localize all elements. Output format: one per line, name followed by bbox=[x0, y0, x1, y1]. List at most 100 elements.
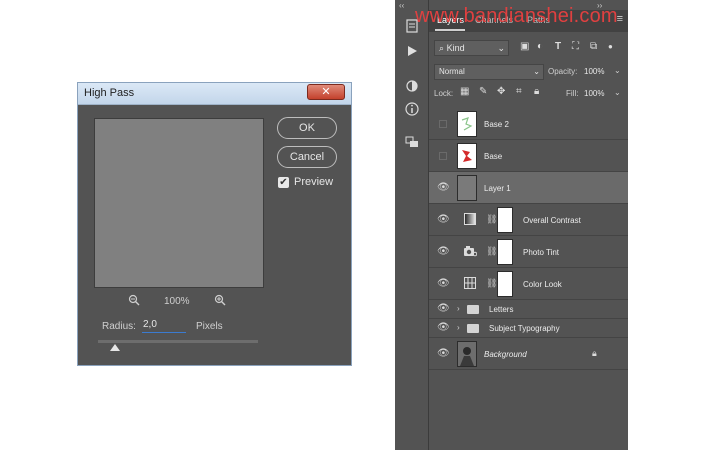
close-button[interactable]: ✕ bbox=[307, 84, 345, 100]
fill-label: Fill: bbox=[566, 89, 579, 98]
layer-thumbnail bbox=[457, 175, 477, 201]
lock-row: Lock: ▦ ✎ ✥ ⌗ 🔒︎ Fill: 100% ⌄ bbox=[434, 86, 623, 102]
layer-name: Base 2 bbox=[484, 120, 509, 129]
chevron-right-icon[interactable]: › bbox=[457, 304, 460, 313]
chevron-down-icon[interactable]: ⌄ bbox=[614, 66, 621, 75]
eye-icon[interactable]: 👁︎ bbox=[437, 278, 450, 289]
close-icon: ✕ bbox=[321, 86, 331, 98]
layer-mask-thumbnail[interactable] bbox=[497, 271, 513, 297]
lock-transparency-icon[interactable]: ▦ bbox=[460, 86, 469, 97]
layer-row[interactable]: Base bbox=[429, 140, 628, 172]
layer-thumbnail bbox=[457, 341, 477, 367]
high-pass-dialog: High Pass ✕ OK Cancel ✔ Preview 100% Rad… bbox=[77, 82, 352, 366]
filter-kind-value: Kind bbox=[446, 43, 465, 53]
layer-group-row[interactable]: 👁︎ › Letters bbox=[429, 300, 628, 319]
chevron-down-icon: ⌄ bbox=[497, 43, 505, 53]
dialog-title: High Pass bbox=[84, 87, 135, 99]
shape-filter-icon[interactable]: ⛶ bbox=[572, 41, 579, 52]
eye-icon[interactable]: 👁︎ bbox=[437, 303, 450, 314]
eye-icon[interactable]: 👁︎ bbox=[437, 246, 450, 257]
eye-icon[interactable]: 👁︎ bbox=[437, 182, 450, 193]
visibility-toggle-off[interactable] bbox=[439, 120, 447, 128]
filter-preview[interactable] bbox=[94, 118, 264, 288]
radius-slider-track[interactable] bbox=[98, 340, 258, 343]
zoom-level: 100% bbox=[164, 296, 190, 307]
eye-icon[interactable]: 👁︎ bbox=[437, 214, 450, 225]
layer-thumbnail bbox=[457, 143, 477, 169]
visibility-toggle-off[interactable] bbox=[439, 152, 447, 160]
zoom-in-icon[interactable] bbox=[214, 294, 226, 309]
layer-row[interactable]: 👁︎ Layer 1 bbox=[429, 172, 628, 204]
gradient-map-icon bbox=[463, 213, 477, 227]
chevron-right-icon[interactable]: › bbox=[457, 323, 460, 332]
lock-position-icon[interactable]: ✥ bbox=[497, 86, 505, 97]
layer-name: Base bbox=[484, 152, 503, 161]
radius-slider-thumb[interactable] bbox=[110, 344, 120, 351]
photo-filter-icon bbox=[463, 245, 478, 259]
layer-row[interactable]: 👁︎ ⛓︎ Photo Tint bbox=[429, 236, 628, 268]
layer-row[interactable]: 👁︎ ⛓︎ Color Look bbox=[429, 268, 628, 300]
blend-row: Normal ⌄ Opacity: 100% ⌄ bbox=[434, 64, 623, 80]
layer-name: Overall Contrast bbox=[523, 216, 581, 225]
adjustments-icon[interactable] bbox=[402, 78, 422, 96]
adjustment-filter-icon[interactable]: ◐ bbox=[537, 41, 543, 52]
layer-name: Letters bbox=[489, 305, 514, 314]
layer-thumbnail bbox=[457, 111, 477, 137]
layer-comps-icon[interactable] bbox=[402, 134, 422, 152]
filter-toggle-icon[interactable]: ● bbox=[608, 42, 613, 51]
opacity-input[interactable]: 100% bbox=[584, 67, 604, 76]
radius-label: Radius: bbox=[102, 320, 136, 332]
collapse-arrows-icon[interactable]: ‹‹ bbox=[399, 1, 404, 10]
lock-all-icon[interactable]: 🔒︎ bbox=[534, 86, 539, 97]
radius-input[interactable]: 2,0 bbox=[142, 319, 186, 333]
active-tab-indicator bbox=[435, 29, 465, 31]
info-icon[interactable] bbox=[402, 101, 422, 119]
search-icon: ⌕ bbox=[439, 43, 445, 53]
layer-group-row[interactable]: 👁︎ › Subject Typography bbox=[429, 319, 628, 338]
radius-units: Pixels bbox=[196, 320, 223, 332]
layer-mask-thumbnail[interactable] bbox=[497, 207, 513, 233]
preview-toggle[interactable]: ✔ Preview bbox=[278, 176, 333, 188]
filter-kind-select[interactable]: ⌕ Kind ⌄ bbox=[434, 40, 509, 56]
layer-name: Color Look bbox=[523, 280, 562, 289]
fill-input[interactable]: 100% bbox=[584, 89, 604, 98]
radius-row: Radius: 2,0 Pixels bbox=[102, 319, 223, 333]
opacity-label: Opacity: bbox=[548, 67, 578, 76]
layer-name: Layer 1 bbox=[484, 184, 511, 193]
layer-row[interactable]: 👁︎ ⛓︎ Overall Contrast bbox=[429, 204, 628, 236]
preview-checkbox[interactable]: ✔ bbox=[278, 176, 289, 188]
folder-icon bbox=[467, 324, 479, 333]
eye-icon[interactable]: 👁︎ bbox=[437, 322, 450, 333]
layer-name: Background bbox=[484, 350, 527, 359]
preview-label: Preview bbox=[294, 176, 334, 188]
chevron-down-icon[interactable]: ⌄ bbox=[614, 88, 621, 97]
ok-button[interactable]: OK bbox=[277, 117, 337, 139]
layer-row[interactable]: Base 2 bbox=[429, 108, 628, 140]
lock-icon[interactable]: 🔒︎ bbox=[592, 348, 597, 359]
layers-panel: ›› Layers Channels Paths ≡ ⌕ Kind ⌄ ▣ ◐ … bbox=[429, 0, 628, 450]
blend-mode-select[interactable]: Normal ⌄ bbox=[434, 64, 544, 80]
chain-link-icon[interactable]: ⛓︎ bbox=[486, 246, 497, 257]
dialog-titlebar[interactable]: High Pass ✕ bbox=[78, 83, 351, 105]
layer-row[interactable]: 👁︎ Background 🔒︎ bbox=[429, 338, 628, 370]
blend-mode-value: Normal bbox=[439, 67, 465, 76]
play-actions-icon[interactable] bbox=[402, 44, 422, 62]
folder-icon bbox=[467, 305, 479, 314]
layer-name: Subject Typography bbox=[489, 324, 560, 333]
smart-object-filter-icon[interactable]: ⧉ bbox=[590, 41, 597, 52]
chain-link-icon[interactable]: ⛓︎ bbox=[486, 278, 497, 289]
lock-brush-icon[interactable]: ✎ bbox=[479, 86, 487, 97]
pixel-filter-icon[interactable]: ▣ bbox=[520, 41, 529, 52]
watermark: www.bandianshei.com bbox=[415, 5, 618, 27]
type-filter-icon[interactable]: T bbox=[555, 41, 561, 52]
cancel-button[interactable]: Cancel bbox=[277, 146, 337, 168]
layer-mask-thumbnail[interactable] bbox=[497, 239, 513, 265]
chain-link-icon[interactable]: ⛓︎ bbox=[486, 214, 497, 225]
panel-icon-strip: ‹‹ bbox=[395, 0, 429, 450]
color-lookup-icon bbox=[463, 277, 477, 291]
filter-row: ⌕ Kind ⌄ ▣ ◐ T ⛶ ⧉ ● bbox=[434, 40, 623, 58]
zoom-out-icon[interactable] bbox=[128, 294, 140, 309]
eye-icon[interactable]: 👁︎ bbox=[437, 348, 450, 359]
zoom-controls: 100% bbox=[128, 294, 226, 309]
lock-artboard-icon[interactable]: ⌗ bbox=[516, 86, 522, 97]
